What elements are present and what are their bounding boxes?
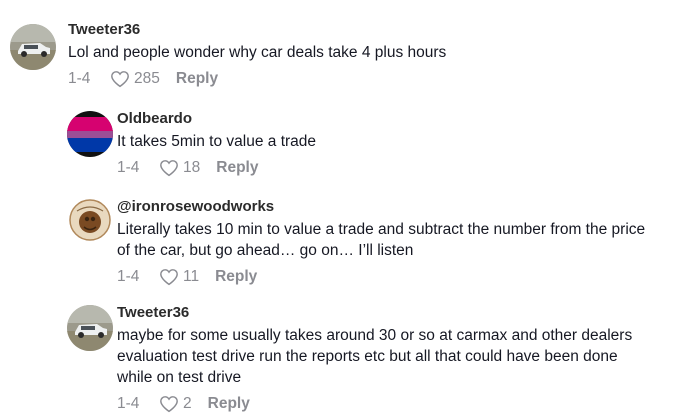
car-photo-avatar[interactable] [10,24,56,70]
comment-text-line: while on test drive [117,369,242,386]
comment-date: 1-4 [68,70,91,87]
comment-date: 1-4 [117,268,140,285]
reply-button[interactable]: Reply [208,395,250,413]
comment-meta: 1-4 18 Reply [117,157,691,179]
comment-content: Oldbeardo It takes 5min to value a trade… [117,109,691,179]
comment-text-line: It takes 5min to value a trade [117,133,317,150]
comment-date: 1-4 [117,395,140,412]
comment-username[interactable]: Tweeter36 [117,303,691,323]
comment-text: Literally takes 10 min to value a trade … [117,219,691,261]
heart-icon [160,269,178,286]
comment-text: It takes 5min to value a trade [117,131,691,152]
heart-icon [160,160,178,177]
comment-text-line: Literally takes 10 min to value a trade … [117,221,646,238]
comment-username[interactable]: @ironrosewoodworks [117,197,691,217]
heart-icon [160,396,178,413]
like-count: 285 [134,70,160,87]
like-button[interactable]: 11 [159,268,215,286]
comment-text: Lol and people wonder why car deals take… [68,42,691,63]
like-button[interactable]: 285 [110,70,176,88]
bi-flag-avatar[interactable] [67,111,113,157]
heart-icon [111,71,129,88]
comment-text-line: evaluation test drive run the reports et… [117,348,618,365]
reply-button[interactable]: Reply [215,268,257,286]
comment-username[interactable]: Oldbeardo [117,109,691,129]
like-count: 2 [183,395,192,412]
reply-button[interactable]: Reply [176,70,218,88]
comment-text-line: Lol and people wonder why car deals take… [68,44,447,61]
reply-button[interactable]: Reply [216,159,258,177]
comment-meta: 1-4 285 Reply [68,68,691,90]
comment-text-line: of the car, but go ahead… go on… I’ll li… [117,242,414,259]
like-button[interactable]: 2 [159,395,208,413]
comment-content: Tweeter36 maybe for some usually takes a… [117,303,691,415]
comment-username[interactable]: Tweeter36 [68,20,691,40]
comment-content: @ironrosewoodworks Literally takes 10 mi… [117,197,691,288]
comment-meta: 1-4 11 Reply [117,266,691,288]
comment-text: maybe for some usually takes around 30 o… [117,325,691,388]
comment-date: 1-4 [117,159,140,176]
car-photo-avatar[interactable] [67,305,113,351]
comment-content: Tweeter36 Lol and people wonder why car … [68,20,691,90]
like-count: 18 [183,159,201,176]
comment-meta: 1-4 2 Reply [117,393,691,415]
comment-text-line: maybe for some usually takes around 30 o… [117,327,633,344]
like-button[interactable]: 18 [159,159,216,177]
like-count: 11 [183,268,200,285]
woodworks-logo-avatar[interactable] [67,197,113,243]
